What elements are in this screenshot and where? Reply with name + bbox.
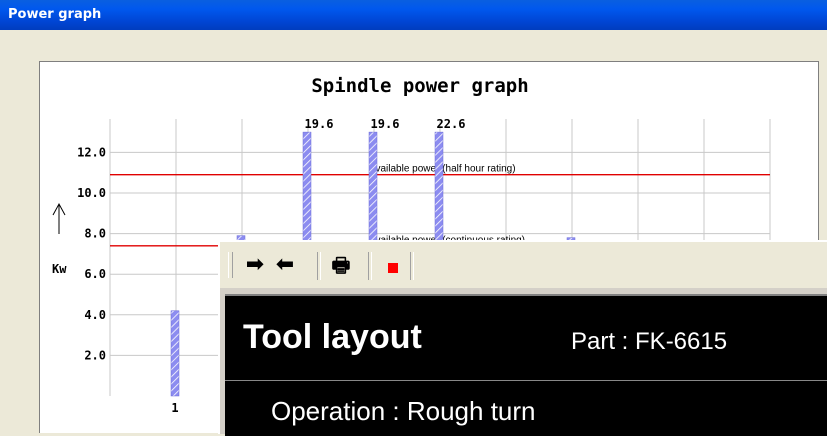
y-tick-label: 12.0 (77, 145, 106, 159)
part-number: Part : FK-6615 (571, 328, 728, 355)
title-bar[interactable]: Power graph (0, 0, 827, 30)
bar-value-label: 19.6 (305, 117, 334, 131)
y-tick-label: 8.0 (84, 227, 106, 241)
back-arrow-icon[interactable]: ⬅ (272, 254, 298, 278)
y-axis-arrow (52, 202, 66, 234)
tool-info-panel: Tool layout Part : FK-6615 Operation : R… (225, 294, 827, 436)
toolbar-separator (317, 252, 321, 280)
x-tick-label: 1 (171, 401, 178, 415)
bar-value-label: 19.6 (371, 117, 400, 131)
tool-layout-title: Tool layout (243, 318, 422, 356)
bar (170, 310, 180, 397)
printer-icon[interactable]: 🖶 (328, 254, 354, 278)
bar-value-label: 22.6 (437, 117, 466, 131)
toolbar-separator (410, 252, 414, 280)
divider (225, 380, 827, 381)
tool-layout-window: ➡ ⬅ 🖶 Tool layout Part : FK-6615 Operati… (218, 240, 827, 436)
window-title: Power graph (8, 7, 102, 22)
forward-arrow-icon[interactable]: ➡ (242, 254, 268, 278)
toolbar: ➡ ⬅ 🖶 (220, 242, 827, 288)
y-axis-label: Kw (52, 262, 67, 276)
y-tick-label: 6.0 (84, 267, 106, 281)
toolbar-separator (368, 252, 372, 280)
y-tick-label: 2.0 (84, 348, 106, 362)
chart-title: Spindle power graph (311, 75, 528, 97)
y-tick-label: 4.0 (84, 308, 106, 322)
y-tick-label: 10.0 (77, 186, 106, 200)
toolbar-grip[interactable] (228, 252, 233, 278)
operation-label: Operation : Rough turn (271, 396, 536, 426)
stop-icon[interactable] (388, 263, 398, 273)
